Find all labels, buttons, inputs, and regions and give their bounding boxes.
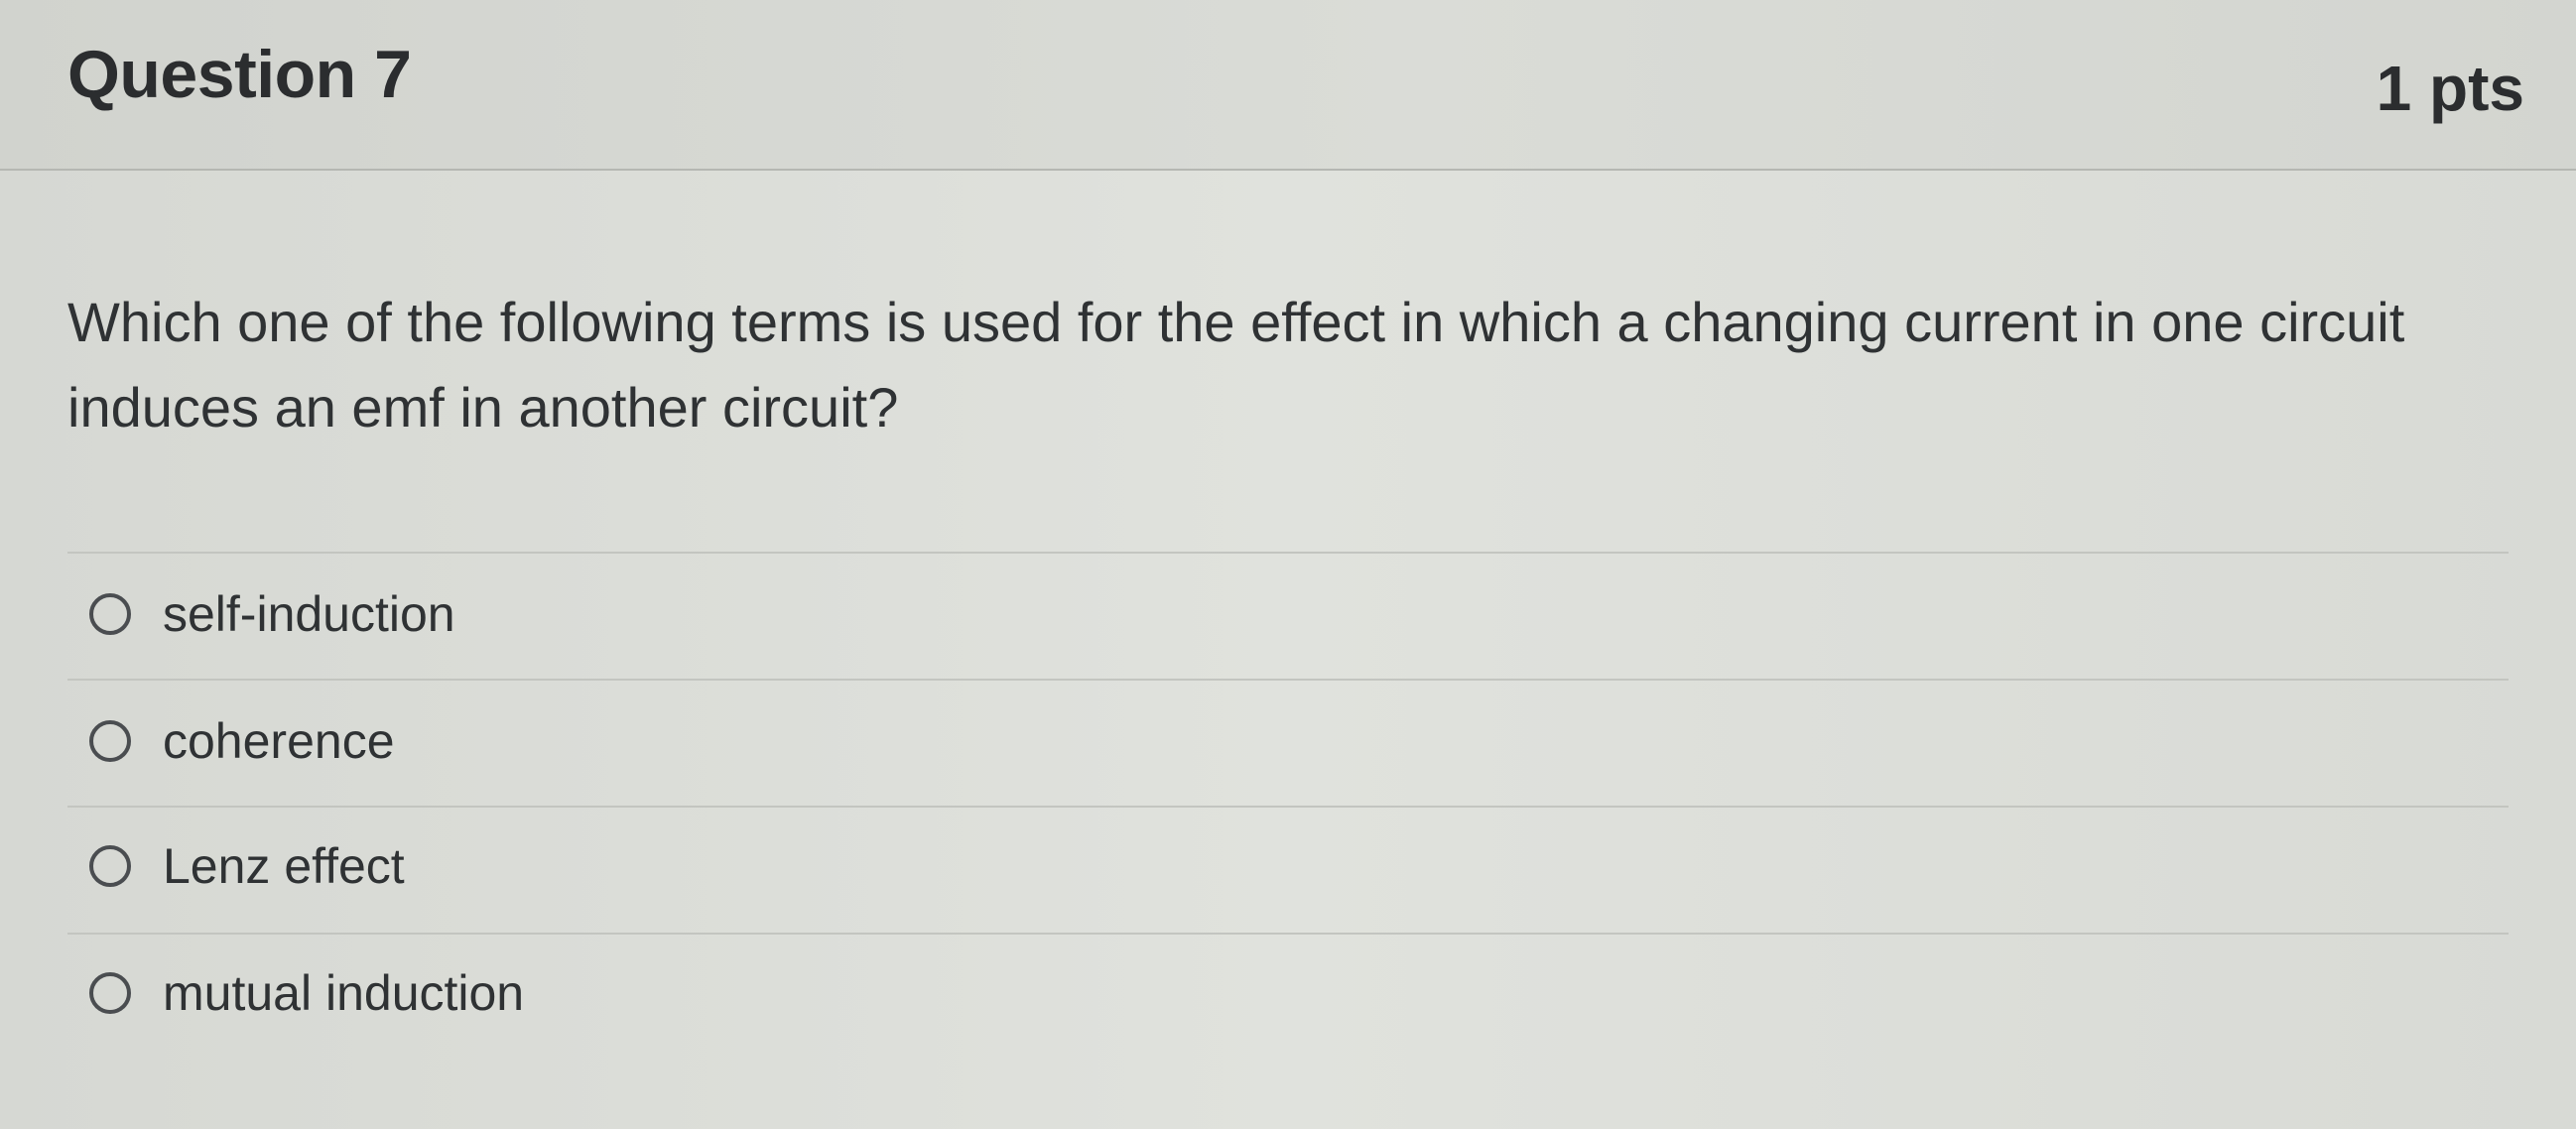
answer-label: self-induction <box>163 586 455 642</box>
answer-divider <box>67 679 2509 681</box>
quiz-question-card: Question 7 1 pts Which one of the follow… <box>0 0 2576 1129</box>
answer-option[interactable]: coherence <box>67 696 2509 786</box>
answer-label: Lenz effect <box>163 838 405 894</box>
question-points: 1 pts <box>2376 53 2524 124</box>
question-text: Which one of the following terms is used… <box>67 291 2405 439</box>
answer-option[interactable]: mutual induction <box>67 948 2509 1038</box>
answer-label: coherence <box>163 713 395 769</box>
radio-button[interactable] <box>89 720 131 762</box>
answer-divider <box>67 933 2509 935</box>
answer-label: mutual induction <box>163 965 525 1021</box>
question-title: Question 7 <box>67 37 412 112</box>
radio-button[interactable] <box>89 593 131 635</box>
answer-option[interactable]: Lenz effect <box>67 821 2509 911</box>
answer-divider <box>67 806 2509 808</box>
radio-button[interactable] <box>89 845 131 887</box>
question-header: Question 7 1 pts <box>0 0 2576 171</box>
radio-button[interactable] <box>89 972 131 1014</box>
answer-option[interactable]: self-induction <box>67 569 2509 659</box>
answers-divider <box>67 552 2509 554</box>
